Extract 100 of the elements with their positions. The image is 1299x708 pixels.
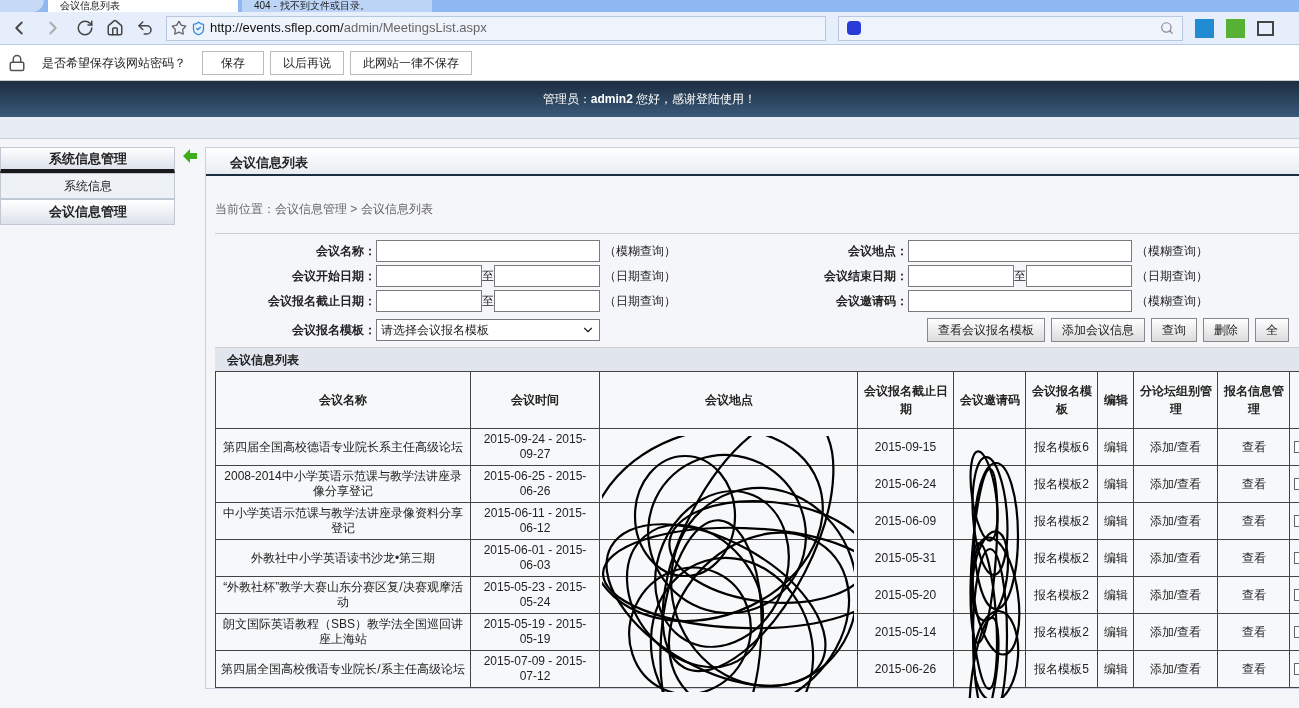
sidebar-group[interactable]: 会议信息管理	[0, 199, 175, 225]
sidebar-item[interactable]: 系统信息	[0, 173, 175, 199]
password-bar-button[interactable]: 此网站一律不保存	[350, 50, 472, 75]
breadcrumb: 当前位置：会议信息管理 > 会议信息列表	[215, 200, 433, 218]
forum-link[interactable]: 添加/查看	[1133, 465, 1218, 503]
table-cell: 报名模板2	[1025, 539, 1098, 577]
input-field[interactable]	[908, 289, 1132, 312]
browser-tab[interactable]: 会议信息列表	[48, 0, 238, 12]
table-cell: 中小学英语示范课与教学法讲座录像资料分享登记	[215, 502, 471, 540]
refresh-icon[interactable]	[76, 19, 94, 37]
edit-link[interactable]: 编辑	[1097, 428, 1134, 466]
action-button[interactable]: 查看会议报名模板	[927, 318, 1045, 342]
forum-link[interactable]: 添加/查看	[1133, 576, 1218, 614]
table-cell: “外教社杯”教学大赛山东分赛区复/决赛观摩活动	[215, 576, 471, 614]
undo-icon[interactable]	[136, 19, 154, 37]
input-field[interactable]	[494, 289, 600, 312]
table-cell: 2015-06-25 - 2015-06-26	[470, 465, 600, 503]
edit-link[interactable]: 编辑	[1097, 576, 1134, 614]
view-link[interactable]: 查看	[1217, 502, 1290, 540]
favorite-icon[interactable]	[171, 20, 187, 36]
action-button[interactable]: 删除	[1203, 318, 1249, 342]
table-cell: 2015-06-09	[857, 502, 954, 540]
template-select[interactable]: 请选择会议报名模板	[376, 319, 600, 341]
filter-hint: （日期查询）	[604, 292, 676, 310]
home-icon[interactable]	[106, 19, 124, 37]
lock-icon	[8, 53, 26, 72]
search-icon[interactable]	[1160, 21, 1174, 35]
input-field[interactable]	[908, 239, 1132, 262]
table-cell: 报名模板2	[1025, 613, 1098, 651]
forum-link[interactable]: 添加/查看	[1133, 650, 1218, 688]
input-field[interactable]	[908, 264, 1014, 287]
range-separator: 至	[482, 292, 494, 310]
forum-link[interactable]: 添加/查看	[1133, 502, 1218, 540]
table-cell: 朗文国际英语教程（SBS）教学法全国巡回讲座上海站	[215, 613, 471, 651]
sidebar-group[interactable]: 系统信息管理	[0, 147, 175, 173]
panel-title: 会议信息列表	[230, 153, 308, 172]
action-button[interactable]: 查询	[1151, 318, 1197, 342]
table-cell: 报名模板6	[1025, 428, 1098, 466]
filter-hint: （模糊查询）	[1136, 242, 1208, 260]
collapse-arrow-icon[interactable]	[183, 149, 197, 163]
edit-link[interactable]: 编辑	[1097, 502, 1134, 540]
table-cell: 报名模板2	[1025, 465, 1098, 503]
column-header: 会议报名截止日期	[857, 371, 954, 429]
edit-link[interactable]: 编辑	[1097, 465, 1134, 503]
table-cell: 2015-09-24 - 2015-09-27	[470, 428, 600, 466]
password-bar-button[interactable]: 保存	[202, 50, 264, 75]
column-header: 会议时间	[470, 371, 600, 429]
browser-tab[interactable]: 404 - 找不到文件或目录。	[242, 0, 432, 12]
view-link[interactable]: 查看	[1217, 539, 1290, 577]
filter-label: 会议地点：	[847, 242, 908, 260]
table-cell: 2015-09-15	[857, 428, 954, 466]
table-cell: 2015-05-14	[857, 613, 954, 651]
table-cell: 第四届全国高校俄语专业院长/系主任高级论坛	[215, 650, 471, 688]
column-header: 会议报名模板	[1025, 371, 1098, 429]
table-title: 会议信息列表	[227, 351, 299, 369]
search-field[interactable]	[838, 15, 1183, 41]
shield-icon	[191, 20, 206, 36]
table-cell: 2015-06-26	[857, 650, 954, 688]
filter-label: 会议结束日期：	[823, 267, 908, 285]
input-field[interactable]	[376, 239, 600, 262]
column-header: 会议邀请码	[953, 371, 1026, 429]
view-link[interactable]: 查看	[1217, 576, 1290, 614]
edit-link[interactable]: 编辑	[1097, 613, 1134, 651]
table-cell: 2015-05-20	[857, 576, 954, 614]
edit-link[interactable]: 编辑	[1097, 539, 1134, 577]
filter-label: 会议报名截止日期：	[267, 292, 376, 310]
table-cell: 2015-07-09 - 2015-07-12	[470, 650, 600, 688]
view-link[interactable]: 查看	[1217, 465, 1290, 503]
filter-label: 会议报名模板：	[291, 322, 376, 339]
filter-hint: （模糊查询）	[1136, 292, 1208, 310]
table-cell: 2015-06-01 - 2015-06-03	[470, 539, 600, 577]
table-cell: 2008-2014中小学英语示范课与教学法讲座录像分享登记	[215, 465, 471, 503]
url-text: http://events.sflep.com/admin/MeetingsList.aspx	[210, 19, 487, 38]
filter-hint: （日期查询）	[604, 267, 676, 285]
forum-link[interactable]: 添加/查看	[1133, 539, 1218, 577]
input-field[interactable]	[376, 289, 482, 312]
range-separator: 至	[482, 267, 494, 285]
forum-link[interactable]: 添加/查看	[1133, 428, 1218, 466]
table-cell: 2015-05-23 - 2015-05-24	[470, 576, 600, 614]
input-field[interactable]	[494, 264, 600, 287]
address-field[interactable]: http://events.sflep.com/admin/MeetingsList.aspx	[166, 15, 826, 41]
view-link[interactable]: 查看	[1217, 650, 1290, 688]
filter-label: 会议名称：	[315, 242, 376, 260]
table-cell: 2015-05-31	[857, 539, 954, 577]
view-link[interactable]: 查看	[1217, 613, 1290, 651]
table-cell: 外教社中小学英语读书沙龙•第三期	[215, 539, 471, 577]
action-button[interactable]: 全	[1255, 318, 1289, 342]
table-cell: 2015-05-19 - 2015-05-19	[470, 613, 600, 651]
edit-link[interactable]: 编辑	[1097, 650, 1134, 688]
action-button[interactable]: 添加会议信息	[1051, 318, 1145, 342]
password-bar-button[interactable]: 以后再说	[270, 50, 344, 75]
column-header: 分论坛组别管理	[1133, 371, 1218, 429]
column-header: 报名信息管理	[1217, 371, 1290, 429]
table-cell: 报名模板2	[1025, 576, 1098, 614]
forum-link[interactable]: 添加/查看	[1133, 613, 1218, 651]
table-cell: 报名模板2	[1025, 502, 1098, 540]
input-field[interactable]	[376, 264, 482, 287]
view-link[interactable]: 查看	[1217, 428, 1290, 466]
welcome-text: 管理员：admin2 您好，感谢登陆使用！	[542, 91, 757, 108]
input-field[interactable]	[1026, 264, 1132, 287]
